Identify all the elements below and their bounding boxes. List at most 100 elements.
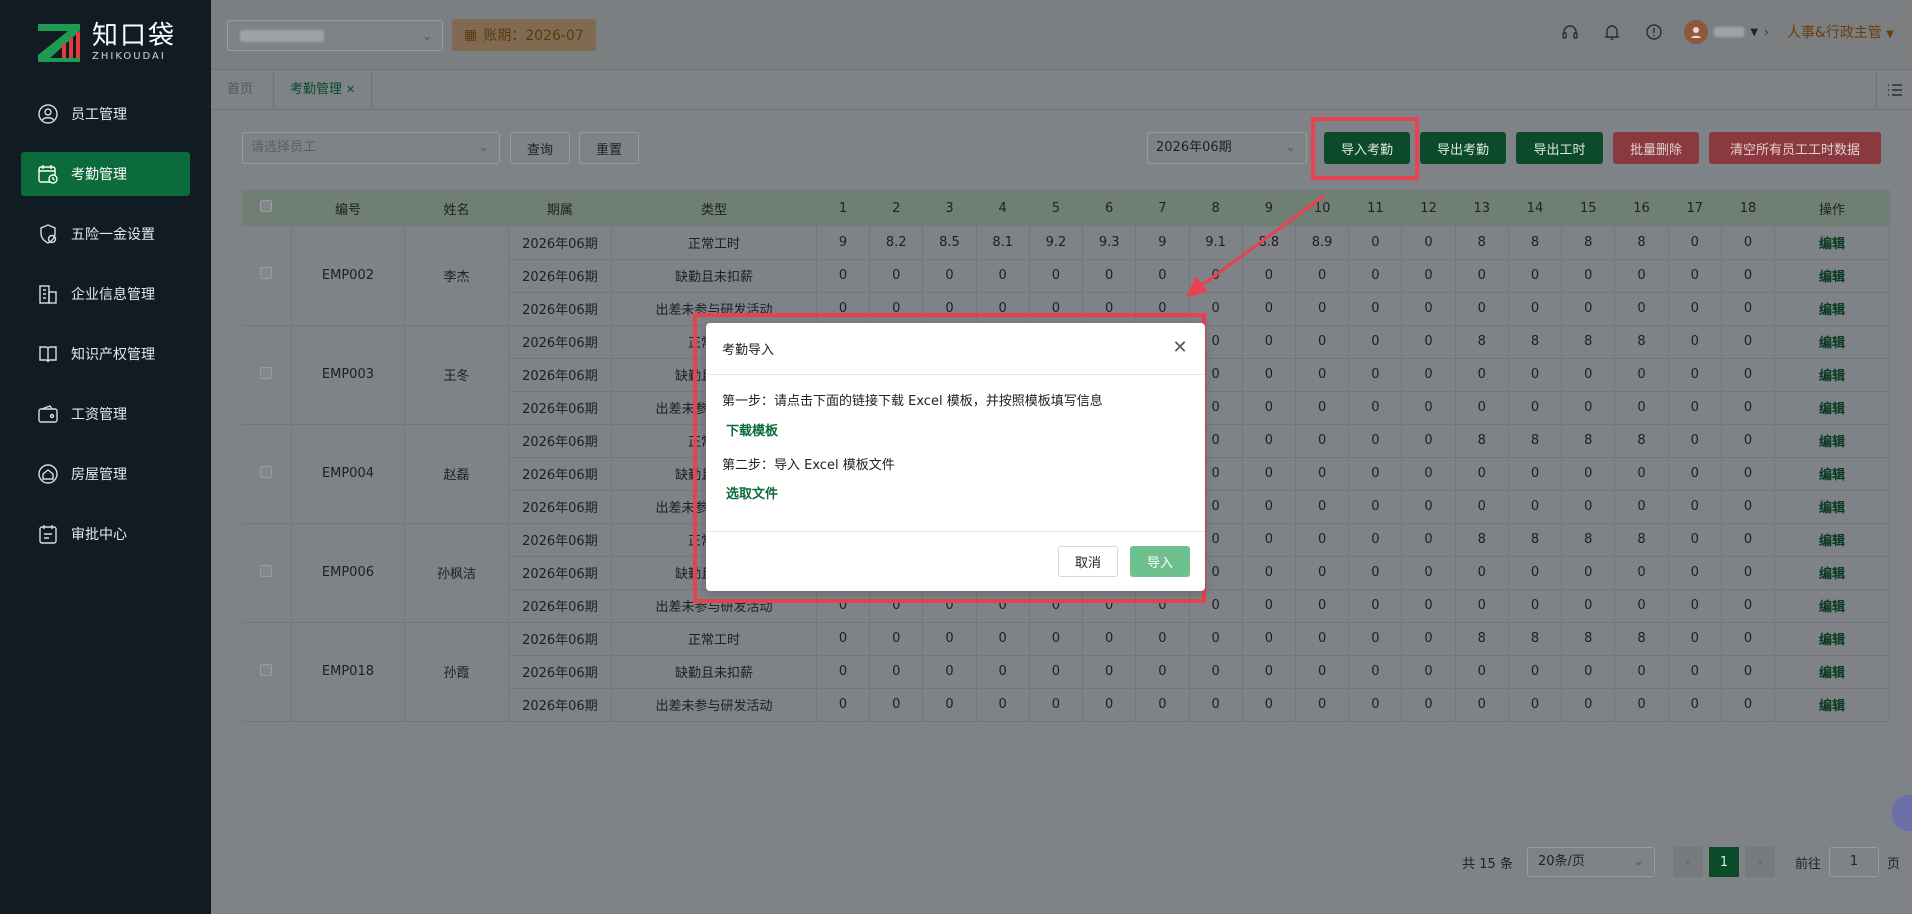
edit-link[interactable]: 编辑 [1774,292,1890,326]
row-checkbox[interactable] [260,564,273,577]
hours-cell: 0 [1455,589,1509,623]
info-icon[interactable] [1642,20,1666,44]
edit-link[interactable]: 编辑 [1774,589,1890,623]
sidebar-item-attendance[interactable]: 考勤管理 [21,152,190,196]
hours-cell: 0 [1295,358,1350,392]
page-size-select[interactable]: 20条/页 ⌄ [1526,847,1655,877]
tab-home-label: 首页 [227,82,254,97]
hours-cell: 8 [1455,622,1509,656]
row-checkbox[interactable] [260,465,273,478]
query-button[interactable]: 查询 [510,132,570,164]
column-header: 8 [1189,190,1243,226]
edit-link[interactable]: 编辑 [1774,226,1890,260]
close-icon[interactable]: ✕ [1169,336,1191,358]
hours-cell: 8.9 [1295,226,1350,260]
sidebar-item-label: 企业信息管理 [71,287,155,303]
chevron-right-icon: › [1764,25,1769,39]
tab-list-icon[interactable] [1876,70,1912,110]
hours-cell: 8 [1508,424,1563,458]
row-checkbox[interactable] [260,663,273,676]
bell-icon[interactable] [1600,20,1624,44]
reset-button[interactable]: 重置 [579,132,639,164]
employee-select[interactable]: 请选择员工 ⌄ [242,132,500,164]
hours-cell: 0 [816,655,871,689]
edit-link[interactable]: 编辑 [1774,622,1890,656]
chevron-down-icon: ⌄ [1633,854,1644,869]
prev-page-button[interactable]: ‹ [1672,847,1703,877]
building-icon [37,283,59,305]
hours-cell: 0 [1455,556,1509,590]
row-checkbox[interactable] [260,267,273,280]
edit-link[interactable]: 编辑 [1774,556,1890,590]
sidebar-item-ip[interactable]: 知识产权管理 [21,332,190,376]
edit-link[interactable]: 编辑 [1774,655,1890,689]
edit-link[interactable]: 编辑 [1774,688,1890,722]
select-all-checkbox-cell [242,190,292,226]
edit-link[interactable]: 编辑 [1774,259,1890,293]
edit-link[interactable]: 编辑 [1774,457,1890,491]
current-page-button[interactable]: 1 [1708,847,1739,877]
edit-link[interactable]: 编辑 [1774,391,1890,425]
sidebar-item-housing[interactable]: 房屋管理 [21,452,190,496]
hours-cell: 0 [1508,589,1563,623]
dialog-header: 考勤导入 ✕ [706,323,1205,375]
user-menu[interactable]: ▼ › [1684,20,1769,44]
confirm-import-button[interactable]: 导入 [1130,546,1190,577]
company-name-redacted [240,30,324,42]
hours-cell: 0 [1721,523,1776,557]
edit-link[interactable]: 编辑 [1774,325,1890,359]
sidebar-item-company-info[interactable]: 企业信息管理 [21,272,190,316]
goto-page-input[interactable]: 1 [1828,847,1879,877]
top-bar: ⌄ ▦ 账期：2026-07 ▼ › 人事&行政主管 ▼ [211,0,1912,70]
tab-attendance[interactable]: 考勤管理 ✕ [273,70,373,110]
select-file-link[interactable]: 选取文件 [726,483,778,502]
edit-link[interactable]: 编辑 [1774,424,1890,458]
hours-cell: 0 [976,688,1030,722]
sidebar: 知口袋 ZHIKOUDAI 员工管理 考勤管理 五险一金设置 企业信息管理 知识… [0,0,211,914]
hours-cell: 0 [1189,259,1243,293]
column-header: 操作 [1774,190,1890,226]
hours-cell: 0 [1401,655,1456,689]
shield-icon [37,223,59,245]
tab-home[interactable]: 首页 [211,70,269,110]
edit-link[interactable]: 编辑 [1774,490,1890,524]
edit-link[interactable]: 编辑 [1774,358,1890,392]
hours-cell: 0 [1242,325,1296,359]
next-page-button[interactable]: › [1744,847,1775,877]
batch-delete-button[interactable]: 批量删除 [1613,132,1699,164]
column-header: 编号 [291,190,406,226]
calendar-icon [37,163,59,185]
sidebar-item-salary[interactable]: 工资管理 [21,392,190,436]
clear-all-hours-button[interactable]: 清空所有员工工时数据 [1709,132,1881,164]
period-cell: 2026年06期 [508,358,613,392]
period-select[interactable]: 2026年06期 ⌄ [1147,132,1307,164]
hours-cell: 0 [1082,655,1137,689]
sidebar-item-employees[interactable]: 员工管理 [21,92,190,136]
sidebar-item-approval[interactable]: 审批中心 [21,512,190,556]
hours-cell: 0 [1295,523,1350,557]
hours-cell: 0 [1721,457,1776,491]
cancel-button[interactable]: 取消 [1058,546,1118,577]
hours-cell: 0 [1455,490,1509,524]
column-header: 期属 [508,190,613,226]
sidebar-item-insurance[interactable]: 五险一金设置 [21,212,190,256]
hours-cell: 0 [1295,655,1350,689]
table-row: EMP002 李杰 2026年06期 正常工时 9 8.2 8.5 8.1 9.2 9.3 9 9.1… [242,226,1890,326]
role-switcher[interactable]: 人事&行政主管 ▼ [1787,22,1894,42]
export-attendance-button[interactable]: 导出考勤 [1420,132,1506,164]
company-select[interactable]: ⌄ [227,20,443,51]
step1-text: 第一步：请点击下面的链接下载 Excel 模板，并按照模板填写信息 [722,394,1103,409]
edit-link[interactable]: 编辑 [1774,523,1890,557]
hours-cell: 0 [1401,622,1456,656]
hours-cell: 0 [1614,358,1669,392]
download-template-link[interactable]: 下载模板 [726,420,778,439]
hours-cell: 0 [1401,424,1456,458]
select-all-checkbox[interactable] [260,200,273,212]
close-icon[interactable]: ✕ [346,83,355,96]
hours-cell: 8 [1508,226,1563,260]
column-header: 1 [816,190,871,226]
headset-icon[interactable] [1558,20,1582,44]
hours-cell: 0 [1668,490,1722,524]
export-hours-button[interactable]: 导出工时 [1516,132,1603,164]
row-checkbox[interactable] [260,366,273,379]
